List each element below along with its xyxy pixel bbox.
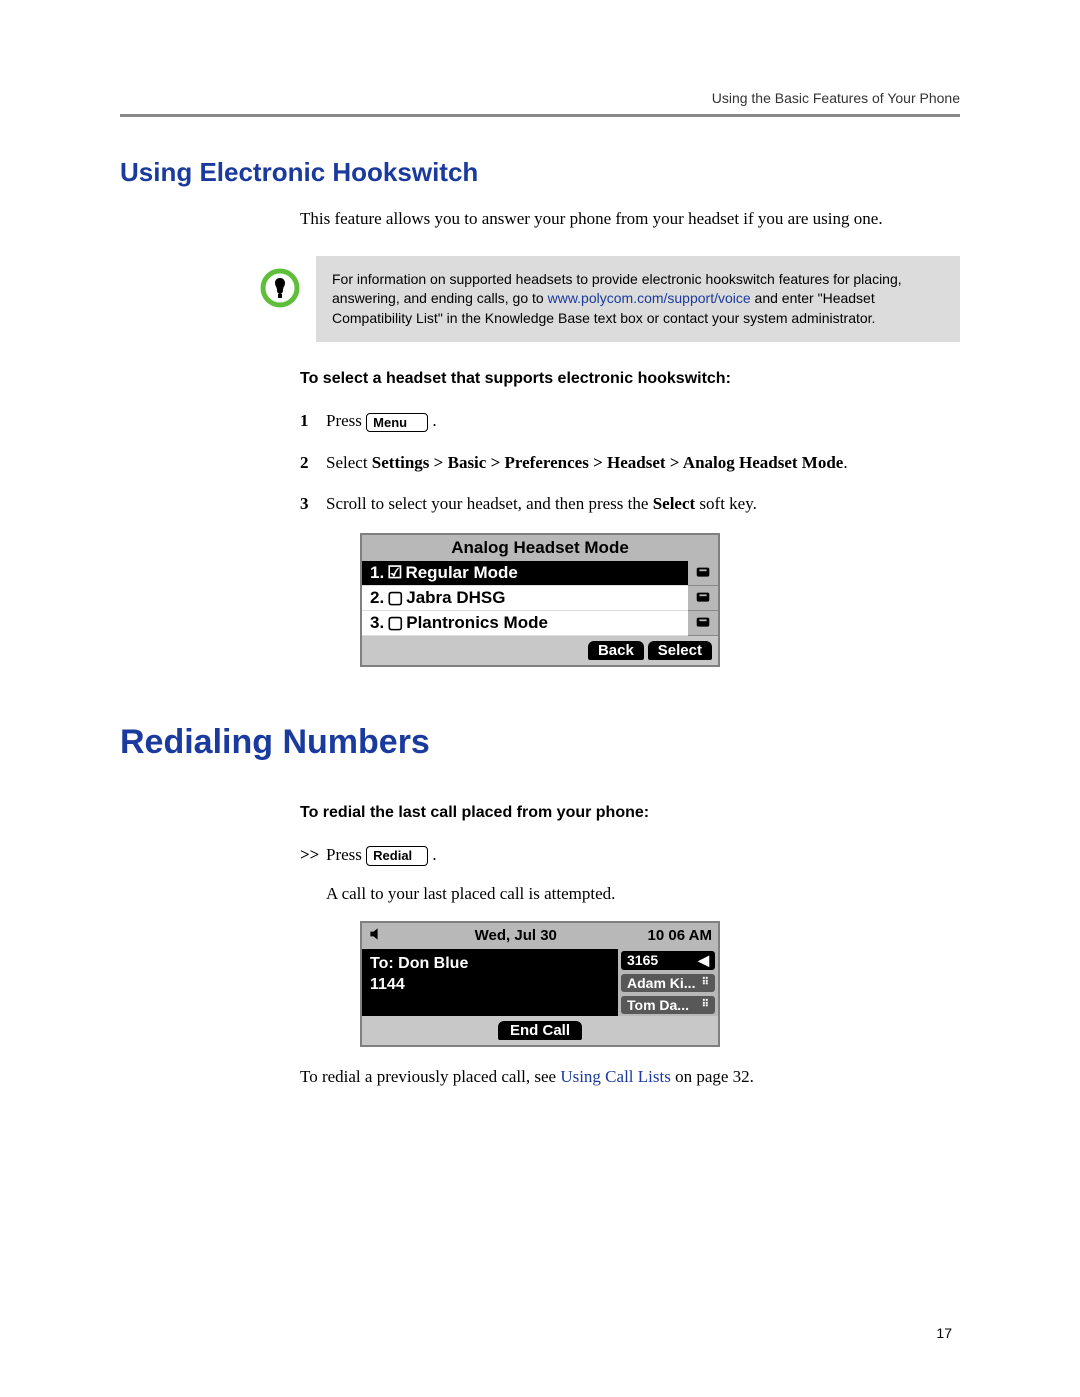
ss1-title: Analog Headset Mode: [362, 535, 718, 561]
hookswitch-intro: This feature allows you to answer your p…: [300, 206, 960, 232]
section-heading-redialing: Redialing Numbers: [120, 723, 960, 762]
redial-key-icon: Redial: [366, 846, 428, 866]
step3-post: soft key.: [695, 494, 757, 513]
dialpad-icon: ⠿: [702, 999, 709, 1010]
call-lists-link[interactable]: Using Call Lists: [560, 1067, 671, 1086]
pill2-label: Adam Ki...: [627, 975, 695, 991]
redial-subheading: To redial the last call placed from your…: [300, 804, 960, 822]
ss2-end-call-button: End Call: [498, 1021, 582, 1040]
page-header: Using the Basic Features of Your Phone: [120, 90, 960, 106]
ss1-select-button: Select: [648, 641, 712, 660]
screenshot-analog-headset: Analog Headset Mode 1. ☑ Regular Mode 2.…: [360, 533, 720, 667]
redial-step: >> Press Redial .: [300, 842, 960, 868]
ss2-contact-tom: Tom Da... ⠿: [621, 996, 715, 1014]
redial-post: .: [432, 845, 436, 864]
pill1-label: 3165: [627, 952, 658, 968]
radio-empty-icon: ▢: [387, 613, 403, 633]
step3-pre: Scroll to select your headset, and then …: [326, 494, 653, 513]
step1-pre: Press: [326, 411, 366, 430]
triangle-left-icon: ◀: [698, 952, 709, 969]
ss1-label3: Plantronics Mode: [406, 613, 548, 633]
ss1-item-regular: 1. ☑ Regular Mode: [362, 561, 688, 586]
pill3-label: Tom Da...: [627, 997, 689, 1013]
note-link[interactable]: www.polycom.com/support/voice: [548, 290, 751, 306]
step1-post: .: [432, 411, 436, 430]
arrow-marker: >>: [300, 842, 319, 868]
menu-key-icon: Menu: [366, 413, 428, 433]
hookswitch-steps: Press Menu . Select Settings > Basic > P…: [300, 408, 960, 517]
ss1-item-jabra: 2. ▢ Jabra DHSG: [362, 586, 688, 611]
ss2-contact-adam: Adam Ki... ⠿: [621, 974, 715, 992]
section-heading-hookswitch: Using Electronic Hookswitch: [120, 157, 960, 188]
ss1-num1: 1.: [370, 563, 384, 583]
ss2-time: 10 06 AM: [648, 927, 712, 944]
ss2-to: To: Don Blue: [370, 953, 610, 975]
ss1-label2: Jabra DHSG: [406, 588, 505, 608]
page-number: 17: [936, 1325, 952, 1341]
ss2-line-3165: 3165 ◀: [621, 951, 715, 970]
footer-post: on page 32.: [671, 1067, 754, 1086]
phone-line-icon: [688, 561, 718, 586]
step3-select: Select: [653, 494, 695, 513]
ss2-date: Wed, Jul 30: [475, 927, 557, 944]
speaker-icon: [368, 926, 384, 946]
info-note: For information on supported headsets to…: [260, 256, 960, 343]
phone-line-icon: [688, 611, 718, 636]
phone-line-icon: [688, 586, 718, 611]
ss1-num3: 3.: [370, 613, 384, 633]
step2-post: .: [843, 453, 847, 472]
footer-pre: To redial a previously placed call, see: [300, 1067, 560, 1086]
redial-footer-text: To redial a previously placed call, see …: [300, 1067, 960, 1087]
screenshot-call-placed: Wed, Jul 30 10 06 AM To: Don Blue 1144 3…: [360, 921, 720, 1047]
hookswitch-subheading: To select a headset that supports electr…: [300, 370, 960, 388]
dialpad-icon: ⠿: [702, 977, 709, 988]
checkbox-checked-icon: ☑: [387, 563, 402, 583]
header-rule: [120, 114, 960, 117]
ss2-number: 1144: [370, 974, 610, 996]
step-1: Press Menu .: [300, 408, 960, 434]
step2-pre: Select: [326, 453, 372, 472]
info-icon: [260, 268, 300, 313]
redial-result: A call to your last placed call is attem…: [300, 881, 960, 907]
radio-empty-icon: ▢: [387, 588, 403, 608]
ss1-item-plantronics: 3. ▢ Plantronics Mode: [362, 611, 688, 636]
step-3: Scroll to select your headset, and then …: [300, 491, 960, 517]
info-note-box: For information on supported headsets to…: [316, 256, 960, 343]
ss1-side-icons: [688, 561, 718, 636]
redial-pre: Press: [326, 845, 366, 864]
step-2: Select Settings > Basic > Preferences > …: [300, 450, 960, 476]
ss2-call-info: To: Don Blue 1144: [362, 949, 618, 1016]
ss1-back-button: Back: [588, 641, 644, 660]
step2-path: Settings > Basic > Preferences > Headset…: [372, 453, 844, 472]
ss1-num2: 2.: [370, 588, 384, 608]
ss1-label1: Regular Mode: [405, 563, 517, 583]
